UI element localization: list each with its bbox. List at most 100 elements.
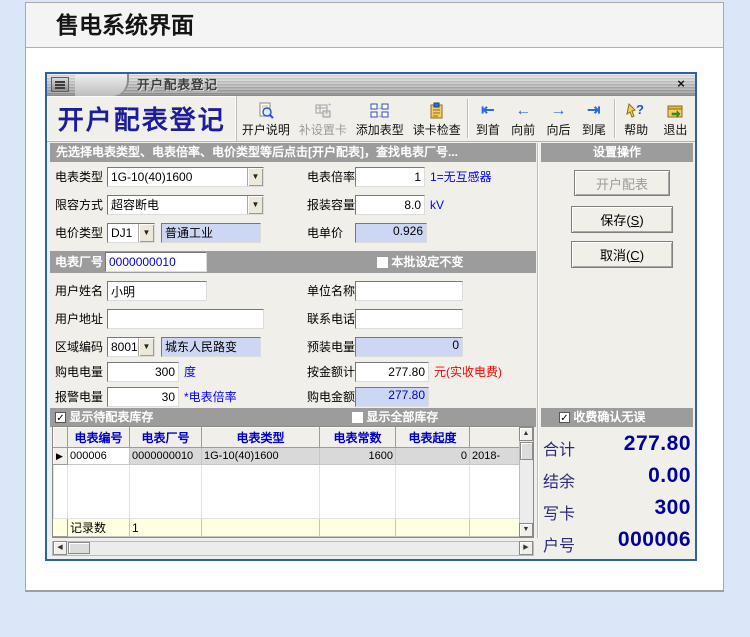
- go-first-button[interactable]: ⇤ 到首: [470, 96, 505, 141]
- batch-fixed-checkbox[interactable]: 本批设定不变: [377, 252, 463, 272]
- purchase-qty-input[interactable]: [107, 362, 179, 382]
- factory-no-label: 电表厂号: [55, 255, 104, 269]
- toolbar-separator: [467, 99, 469, 138]
- nav-button-label: 到尾: [581, 123, 606, 137]
- dialog-title: 开户配表登记: [137, 78, 219, 92]
- go-previous-button[interactable]: ← 向前: [506, 96, 541, 141]
- col-meter-no[interactable]: 电表编号: [67, 427, 130, 448]
- toolbar-button-label: 读卡检查: [412, 123, 461, 137]
- exit-button-label: 退出: [663, 123, 688, 137]
- capacity-label: 报装容量: [307, 198, 356, 212]
- phone-input[interactable]: [355, 309, 463, 329]
- cell-date: 2018-: [469, 447, 520, 465]
- scroll-down-icon[interactable]: ▼: [519, 523, 533, 537]
- by-amount-note: 元(实收电费): [434, 365, 502, 379]
- svg-text:?: ?: [636, 102, 644, 117]
- address-input[interactable]: [107, 309, 264, 329]
- purchase-qty-unit: 度: [184, 365, 197, 379]
- add-meter-type-button[interactable]: → → 添加表型: [351, 96, 408, 141]
- cell-constant: 1600: [319, 447, 396, 465]
- by-amount-input[interactable]: [355, 362, 429, 382]
- go-next-button[interactable]: → 向后: [541, 96, 576, 141]
- col-meter-type[interactable]: 电表类型: [201, 427, 320, 448]
- go-last-button[interactable]: ⇥ 到尾: [576, 96, 611, 141]
- next-record-icon: →: [550, 102, 567, 119]
- meter-type-combo[interactable]: 1G-10(40)1600 ▼: [107, 167, 264, 187]
- cell-start: 0: [395, 447, 470, 465]
- col-constant[interactable]: 电表常数: [319, 427, 396, 448]
- factory-no-input[interactable]: [105, 252, 207, 272]
- unit-price-label: 电单价: [307, 226, 344, 240]
- chevron-down-icon[interactable]: ▼: [247, 196, 263, 214]
- window-icon: [51, 77, 69, 92]
- current-row-icon: ▶: [56, 451, 63, 461]
- unit-name-label: 单位名称: [307, 284, 356, 298]
- unit-name-input[interactable]: [355, 281, 463, 301]
- show-all-checkbox[interactable]: 显示全部库存: [352, 408, 438, 427]
- exit-button[interactable]: 退出: [656, 96, 695, 141]
- limit-mode-label: 限容方式: [55, 198, 104, 212]
- col-factory-no[interactable]: 电表厂号: [129, 427, 202, 448]
- open-account-config-button[interactable]: 开户配表: [574, 170, 670, 196]
- meter-rate-note: 1=无互感器: [430, 170, 492, 184]
- limit-mode-combo[interactable]: 超容断电 ▼: [107, 195, 264, 215]
- checkbox-icon[interactable]: [377, 257, 388, 269]
- record-count-value: 1: [129, 518, 202, 537]
- toolbar-button-label: 添加表型: [355, 123, 404, 137]
- scroll-right-icon[interactable]: ▶: [519, 541, 533, 555]
- vertical-scroll-thumb[interactable]: [520, 442, 533, 460]
- address-label: 用户地址: [55, 312, 104, 326]
- dialog-titlebar[interactable]: 开户配表登记 ×: [47, 74, 695, 96]
- cell-meter-no: 000006: [67, 447, 130, 465]
- meter-rate-input[interactable]: [355, 167, 425, 187]
- table-footer-row: 记录数 1: [53, 518, 520, 537]
- user-name-input[interactable]: [107, 281, 207, 301]
- account-no-value: 000006: [617, 528, 691, 551]
- toolbar-big-title: 开户配表登记: [47, 96, 238, 141]
- help-button-label: 帮助: [624, 123, 649, 137]
- area-code-combo[interactable]: 8001 ▼: [107, 337, 155, 357]
- panel-divider: [537, 143, 538, 538]
- vertical-scrollbar[interactable]: ▲ ▼: [519, 427, 533, 537]
- document-magnifier-icon: [257, 101, 275, 120]
- chevron-down-icon[interactable]: ▼: [247, 168, 263, 186]
- alarm-qty-label: 报警电量: [55, 390, 104, 404]
- scroll-left-icon[interactable]: ◀: [53, 541, 67, 555]
- by-amount-label: 按金额计: [307, 365, 356, 379]
- horizontal-scrollbar[interactable]: ◀ ▶: [52, 541, 534, 556]
- titlebar-decoration: [75, 74, 129, 96]
- close-icon[interactable]: ×: [673, 76, 689, 92]
- supplement-card-button[interactable]: * + 补设置卡: [294, 96, 351, 141]
- help-button[interactable]: ? 帮助: [617, 96, 656, 141]
- last-record-icon: ⇥: [587, 102, 601, 119]
- capacity-input[interactable]: [355, 195, 425, 215]
- show-pending-checkbox[interactable]: ✓ 显示待配表库存: [55, 408, 153, 427]
- checkbox-icon[interactable]: [352, 412, 363, 424]
- chevron-down-icon[interactable]: ▼: [138, 338, 154, 356]
- scroll-up-icon[interactable]: ▲: [519, 427, 533, 441]
- toolbar-button-label: 补设置卡: [298, 123, 347, 137]
- table-row[interactable]: ▶ 000006 0000000010 1G-10(40)1600 1600 0…: [53, 447, 520, 465]
- phone-label: 联系电话: [307, 312, 356, 326]
- col-extra[interactable]: [469, 427, 520, 448]
- fee-confirm-checkbox[interactable]: ✓ 收费确认无误: [559, 408, 645, 427]
- alarm-qty-note: *电表倍率: [184, 390, 237, 404]
- save-button[interactable]: 保存(S): [571, 206, 673, 233]
- cancel-button[interactable]: 取消(C): [571, 241, 673, 268]
- chevron-down-icon[interactable]: ▼: [138, 224, 154, 242]
- checkbox-checked-icon[interactable]: ✓: [55, 412, 66, 424]
- show-all-label: 显示全部库存: [366, 410, 439, 424]
- alarm-qty-input[interactable]: [107, 387, 179, 407]
- price-type-combo[interactable]: DJ1 ▼: [107, 223, 155, 243]
- nav-button-label: 到首: [475, 123, 500, 137]
- exit-icon: [666, 101, 684, 120]
- previous-record-icon: ←: [515, 102, 532, 119]
- open-account-help-button[interactable]: 开户说明: [237, 96, 294, 141]
- nav-button-label: 向后: [546, 123, 571, 137]
- checkbox-checked-icon[interactable]: ✓: [559, 412, 570, 424]
- horizontal-scroll-thumb[interactable]: [68, 542, 90, 554]
- meter-stock-table: 电表编号 电表厂号 电表类型 电表常数 电表起度 ▶ 000006 000000…: [52, 426, 534, 538]
- read-card-check-button[interactable]: 读卡检查: [408, 96, 465, 141]
- col-start[interactable]: 电表起度: [395, 427, 470, 448]
- total-value: 277.80: [623, 432, 691, 455]
